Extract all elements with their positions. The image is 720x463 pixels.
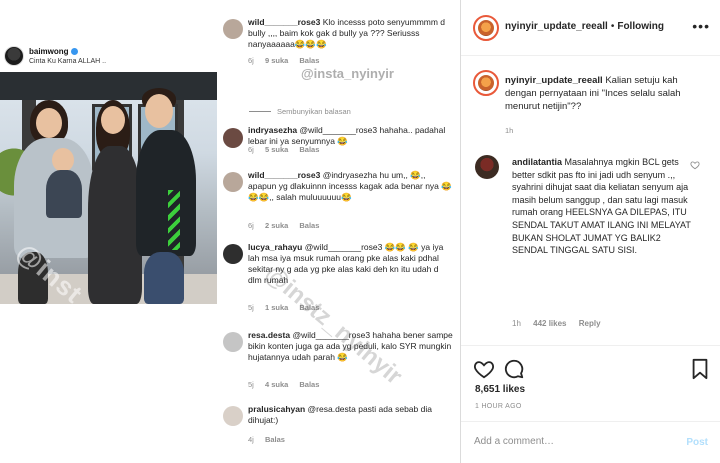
hide-replies-button[interactable]: Sembunyikan balasan [249,107,351,116]
comment-username[interactable]: wild_______rose3 [248,17,320,27]
bookmark-icon[interactable] [689,358,711,380]
avatar[interactable] [223,332,243,352]
comment-age: 6j [248,145,254,154]
comment-likes[interactable]: 4 suka [265,380,288,389]
comment-age: 5j [248,303,254,312]
comment: pralusicahyan @resa.desta pasti ada seba… [248,404,454,426]
person-body [136,130,196,256]
reply-button[interactable]: Balas [265,435,285,444]
story-header: baimwong Cinta Ku Karna ALLAH .. [0,42,217,72]
post-caption: nyinyir_update_reeall Kalian setuju kah … [505,74,710,113]
comment-age: 1h [512,319,521,328]
avatar[interactable] [223,172,243,192]
like-count[interactable]: 8,651 likes [475,384,525,395]
reply-button[interactable]: Balas [299,221,319,230]
comment-bubble-icon[interactable] [503,358,525,380]
post-button[interactable]: Post [686,437,708,448]
comment-age: 6j [248,221,254,230]
comment-input[interactable] [474,436,674,447]
comment-likes[interactable]: 442 likes [533,319,566,328]
watermark: @insta_nyinyir [301,66,394,81]
caption-username[interactable]: nyinyir_update_reeall [505,75,603,86]
reply-button[interactable]: Balas [299,145,319,154]
person-head [145,94,173,128]
story-username-text[interactable]: baimwong [29,47,69,56]
comment-username[interactable]: wild_______rose3 [248,170,320,180]
post-timestamp: 1 HOUR AGO [475,403,522,410]
post-username-row: nyinyir_update_reeall • Following [505,21,664,32]
add-comment-bar: Post [461,421,720,463]
separator-dot: • [610,21,615,32]
person-head [36,108,62,138]
avatar[interactable] [4,46,24,66]
more-options-icon[interactable]: ••• [692,18,710,34]
story-panel: baimwong Cinta Ku Karna ALLAH .. @inst_n… [0,0,217,463]
avatar[interactable] [223,406,243,426]
comment-age: 5j [248,380,254,389]
baby-body [46,170,82,218]
caption-age: 1h [505,126,514,135]
comment-meta: 6j 9 suka Balas [248,56,328,65]
person-head [101,106,125,134]
comment-username[interactable]: indryasezha [248,125,297,135]
comment-likes[interactable]: 1 suka [265,303,288,312]
comment-username[interactable]: lucya_rahayu [248,242,302,252]
comment-age: 6j [248,56,254,65]
comment: wild_______rose3 Klo incesss poto senyum… [248,17,454,50]
post-comment: andilatantia Masalahnya mgkin BCL gets b… [512,156,692,257]
reply-button[interactable]: Reply [579,319,601,328]
avatar[interactable] [223,244,243,264]
reply-button[interactable]: Balas [299,380,319,389]
story-caption: Cinta Ku Karna ALLAH .. [29,58,107,65]
like-comment-heart-icon[interactable] [690,160,700,170]
comment: indryasezha @wild_______rose3 hahaha.. p… [248,125,454,147]
story-username[interactable]: baimwong [29,47,78,56]
post-panel: nyinyir_update_reeall • Following ••• nyin… [461,0,720,463]
avatar[interactable] [475,155,499,179]
comment-meta: 6j 2 suka Balas [248,221,328,230]
comment-meta: 4j Balas [248,435,294,444]
comment-age: 4j [248,435,254,444]
comment-meta: 6j 5 suka Balas [248,145,328,154]
comment: wild_______rose3 @indryasezha hu um,, 😂,… [248,170,454,203]
comments-panel: wild_______rose3 Klo incesss poto senyum… [217,0,460,463]
comment-meta: 5j 4 suka Balas [248,380,328,389]
verified-badge-icon [70,48,78,55]
comment-meta: 1h 442 likes Reply [512,319,611,328]
comment-likes[interactable]: 2 suka [265,221,288,230]
comment-text: Masalahnya mgkin BCL gets better sdkit p… [512,157,691,256]
post-username[interactable]: nyinyir_update_reeall [505,21,608,32]
reply-button[interactable]: Balas [299,56,319,65]
comment-likes[interactable]: 5 suka [265,145,288,154]
jacket-stripes [168,190,180,250]
like-heart-icon[interactable] [473,358,495,380]
post-header: nyinyir_update_reeall • Following ••• [461,0,720,56]
avatar[interactable] [473,70,499,96]
photo-roof [0,72,217,100]
avatar[interactable] [223,19,243,39]
avatar[interactable] [473,15,499,41]
following-button[interactable]: Following [617,21,664,32]
story-photo: @inst_nyinyir [0,72,217,304]
comment-likes[interactable]: 9 suka [265,56,288,65]
person-body [88,146,142,304]
comment-username[interactable]: andilatantia [512,157,562,167]
person-legs [144,252,184,304]
comment-username[interactable]: pralusicahyan [248,404,305,414]
avatar[interactable] [223,128,243,148]
comment-username[interactable]: resa.desta [248,330,290,340]
baby-head [52,148,74,172]
